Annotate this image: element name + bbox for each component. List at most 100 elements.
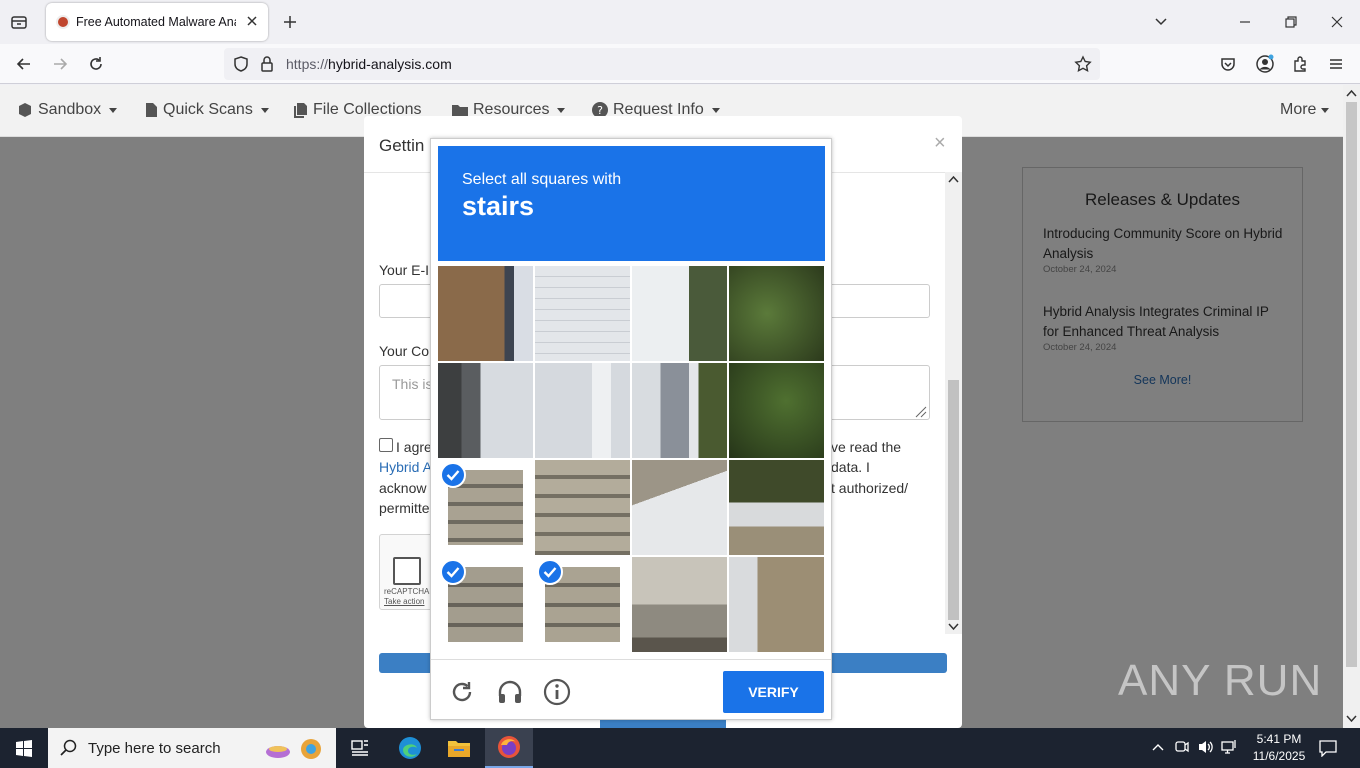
firefox-taskbar-icon[interactable] [485,728,533,768]
captcha-tile[interactable] [535,460,630,555]
nav-sandbox[interactable]: Sandbox [17,101,118,119]
verify-button[interactable]: VERIFY [723,671,824,713]
close-tab-icon[interactable] [244,13,260,29]
captcha-tile[interactable] [729,266,824,361]
captcha-tile[interactable] [632,266,727,361]
search-icon [60,739,78,757]
captcha-grid [438,266,826,654]
new-tab-icon[interactable] [281,13,299,31]
captcha-tile[interactable] [535,557,630,652]
tab-overview-icon[interactable] [10,13,28,31]
network-icon[interactable] [1221,739,1239,755]
account-icon[interactable] [1255,54,1275,74]
email-label: Your E-I [379,262,430,278]
browser-tab-active[interactable]: Free Automated Malware Analy [46,3,268,41]
agree-text: t authorized/ [831,480,909,496]
comment-placeholder: This is [392,376,433,392]
captcha-tile[interactable] [535,363,630,458]
info-icon[interactable] [543,678,571,706]
modal-title: Gettin [379,136,425,155]
hybrid-analysis-link[interactable]: Hybrid A [379,459,432,475]
task-view-icon[interactable] [336,728,384,768]
nav-quick-scans-label: Quick Scans [163,101,253,118]
nav-more[interactable]: More [1280,101,1330,119]
show-hidden-icons-chevron-icon[interactable] [1151,741,1165,753]
anyrun-watermark: ANY RUN [1118,656,1323,705]
clock-date: 11/6/2025 [1252,749,1306,763]
recaptcha-link[interactable]: Take action [384,597,424,606]
modal-close-icon[interactable]: × [934,132,946,155]
captcha-tile[interactable] [438,363,533,458]
captcha-tile[interactable] [729,460,824,555]
scroll-down-icon[interactable] [1346,715,1357,723]
list-tabs-chevron-icon[interactable] [1153,14,1169,30]
clock-time: 5:41 PM [1256,732,1302,746]
captcha-tile[interactable] [729,557,824,652]
captcha-tile[interactable] [632,460,727,555]
tile-checkmark-icon [537,559,563,585]
browser-tab-bar: Free Automated Malware Analy [0,0,1360,44]
search-highlight-icon [264,736,326,762]
tile-checkmark-icon [440,462,466,488]
lock-icon[interactable] [259,55,275,73]
scroll-up-icon[interactable] [1346,89,1357,97]
search-placeholder: Type here to search [88,740,221,757]
captcha-tile[interactable] [438,266,533,361]
modal-scroll-thumb[interactable] [948,380,959,620]
meet-now-icon[interactable] [1174,739,1190,755]
captcha-tile[interactable] [632,557,727,652]
pocket-icon[interactable] [1219,55,1237,73]
recaptcha-checkbox[interactable] [393,557,421,585]
agree-text: permitte [379,500,430,516]
captcha-tile[interactable] [729,363,824,458]
page-scroll-thumb[interactable] [1346,102,1357,667]
folder-icon [452,103,468,117]
restore-icon[interactable] [1283,14,1299,30]
notifications-icon[interactable] [1318,739,1338,757]
captcha-tile-image [632,363,727,458]
captcha-tile[interactable] [438,557,533,652]
extensions-icon[interactable] [1291,55,1309,73]
back-icon[interactable] [15,55,33,73]
menu-icon[interactable] [1327,55,1345,73]
cube-icon [17,102,33,118]
close-window-icon[interactable] [1329,14,1345,30]
captcha-tile[interactable] [438,460,533,555]
captcha-tile-image [438,266,533,361]
windows-taskbar: Type here to search 5:41 PM 11/6/2025 [0,728,1360,768]
file-explorer-icon[interactable] [435,728,483,768]
tab-title: Free Automated Malware Analy [76,15,236,29]
reload-icon[interactable] [87,55,105,73]
captcha-tile-image [729,557,824,652]
nav-quick-scans[interactable]: Quick Scans [145,101,269,119]
tracking-shield-icon[interactable] [232,55,250,73]
reload-challenge-icon[interactable] [449,679,475,705]
scroll-down-icon[interactable] [948,623,959,631]
forward-icon[interactable] [51,55,69,73]
system-clock[interactable]: 5:41 PM 11/6/2025 [1244,731,1314,765]
captcha-footer: VERIFY [431,659,831,719]
captcha-tile-image [535,363,630,458]
scroll-up-icon[interactable] [948,175,959,183]
captcha-header: Select all squares with stairs [438,146,825,261]
volume-icon[interactable] [1197,739,1215,755]
captcha-tile[interactable] [535,266,630,361]
captcha-tile-image [632,557,727,652]
captcha-target: stairs [462,191,535,221]
start-windows-icon[interactable] [0,728,48,768]
captcha-tile-image [729,363,824,458]
agree-checkbox[interactable] [379,438,393,452]
minimize-icon[interactable] [1237,14,1253,30]
file-icon [145,102,158,118]
audio-challenge-icon[interactable] [496,678,524,706]
bookmark-star-icon[interactable] [1074,55,1092,73]
captcha-tile[interactable] [632,363,727,458]
files-icon [293,102,308,118]
edge-icon[interactable] [386,728,434,768]
agree-text: ve read the [831,439,902,455]
resize-handle-icon[interactable] [913,404,927,418]
taskbar-search[interactable]: Type here to search [48,728,336,768]
address-bar[interactable]: https://hybrid-analysis.com [224,48,1100,80]
comment-label: Your Co [379,343,430,359]
favicon-icon [56,15,70,29]
